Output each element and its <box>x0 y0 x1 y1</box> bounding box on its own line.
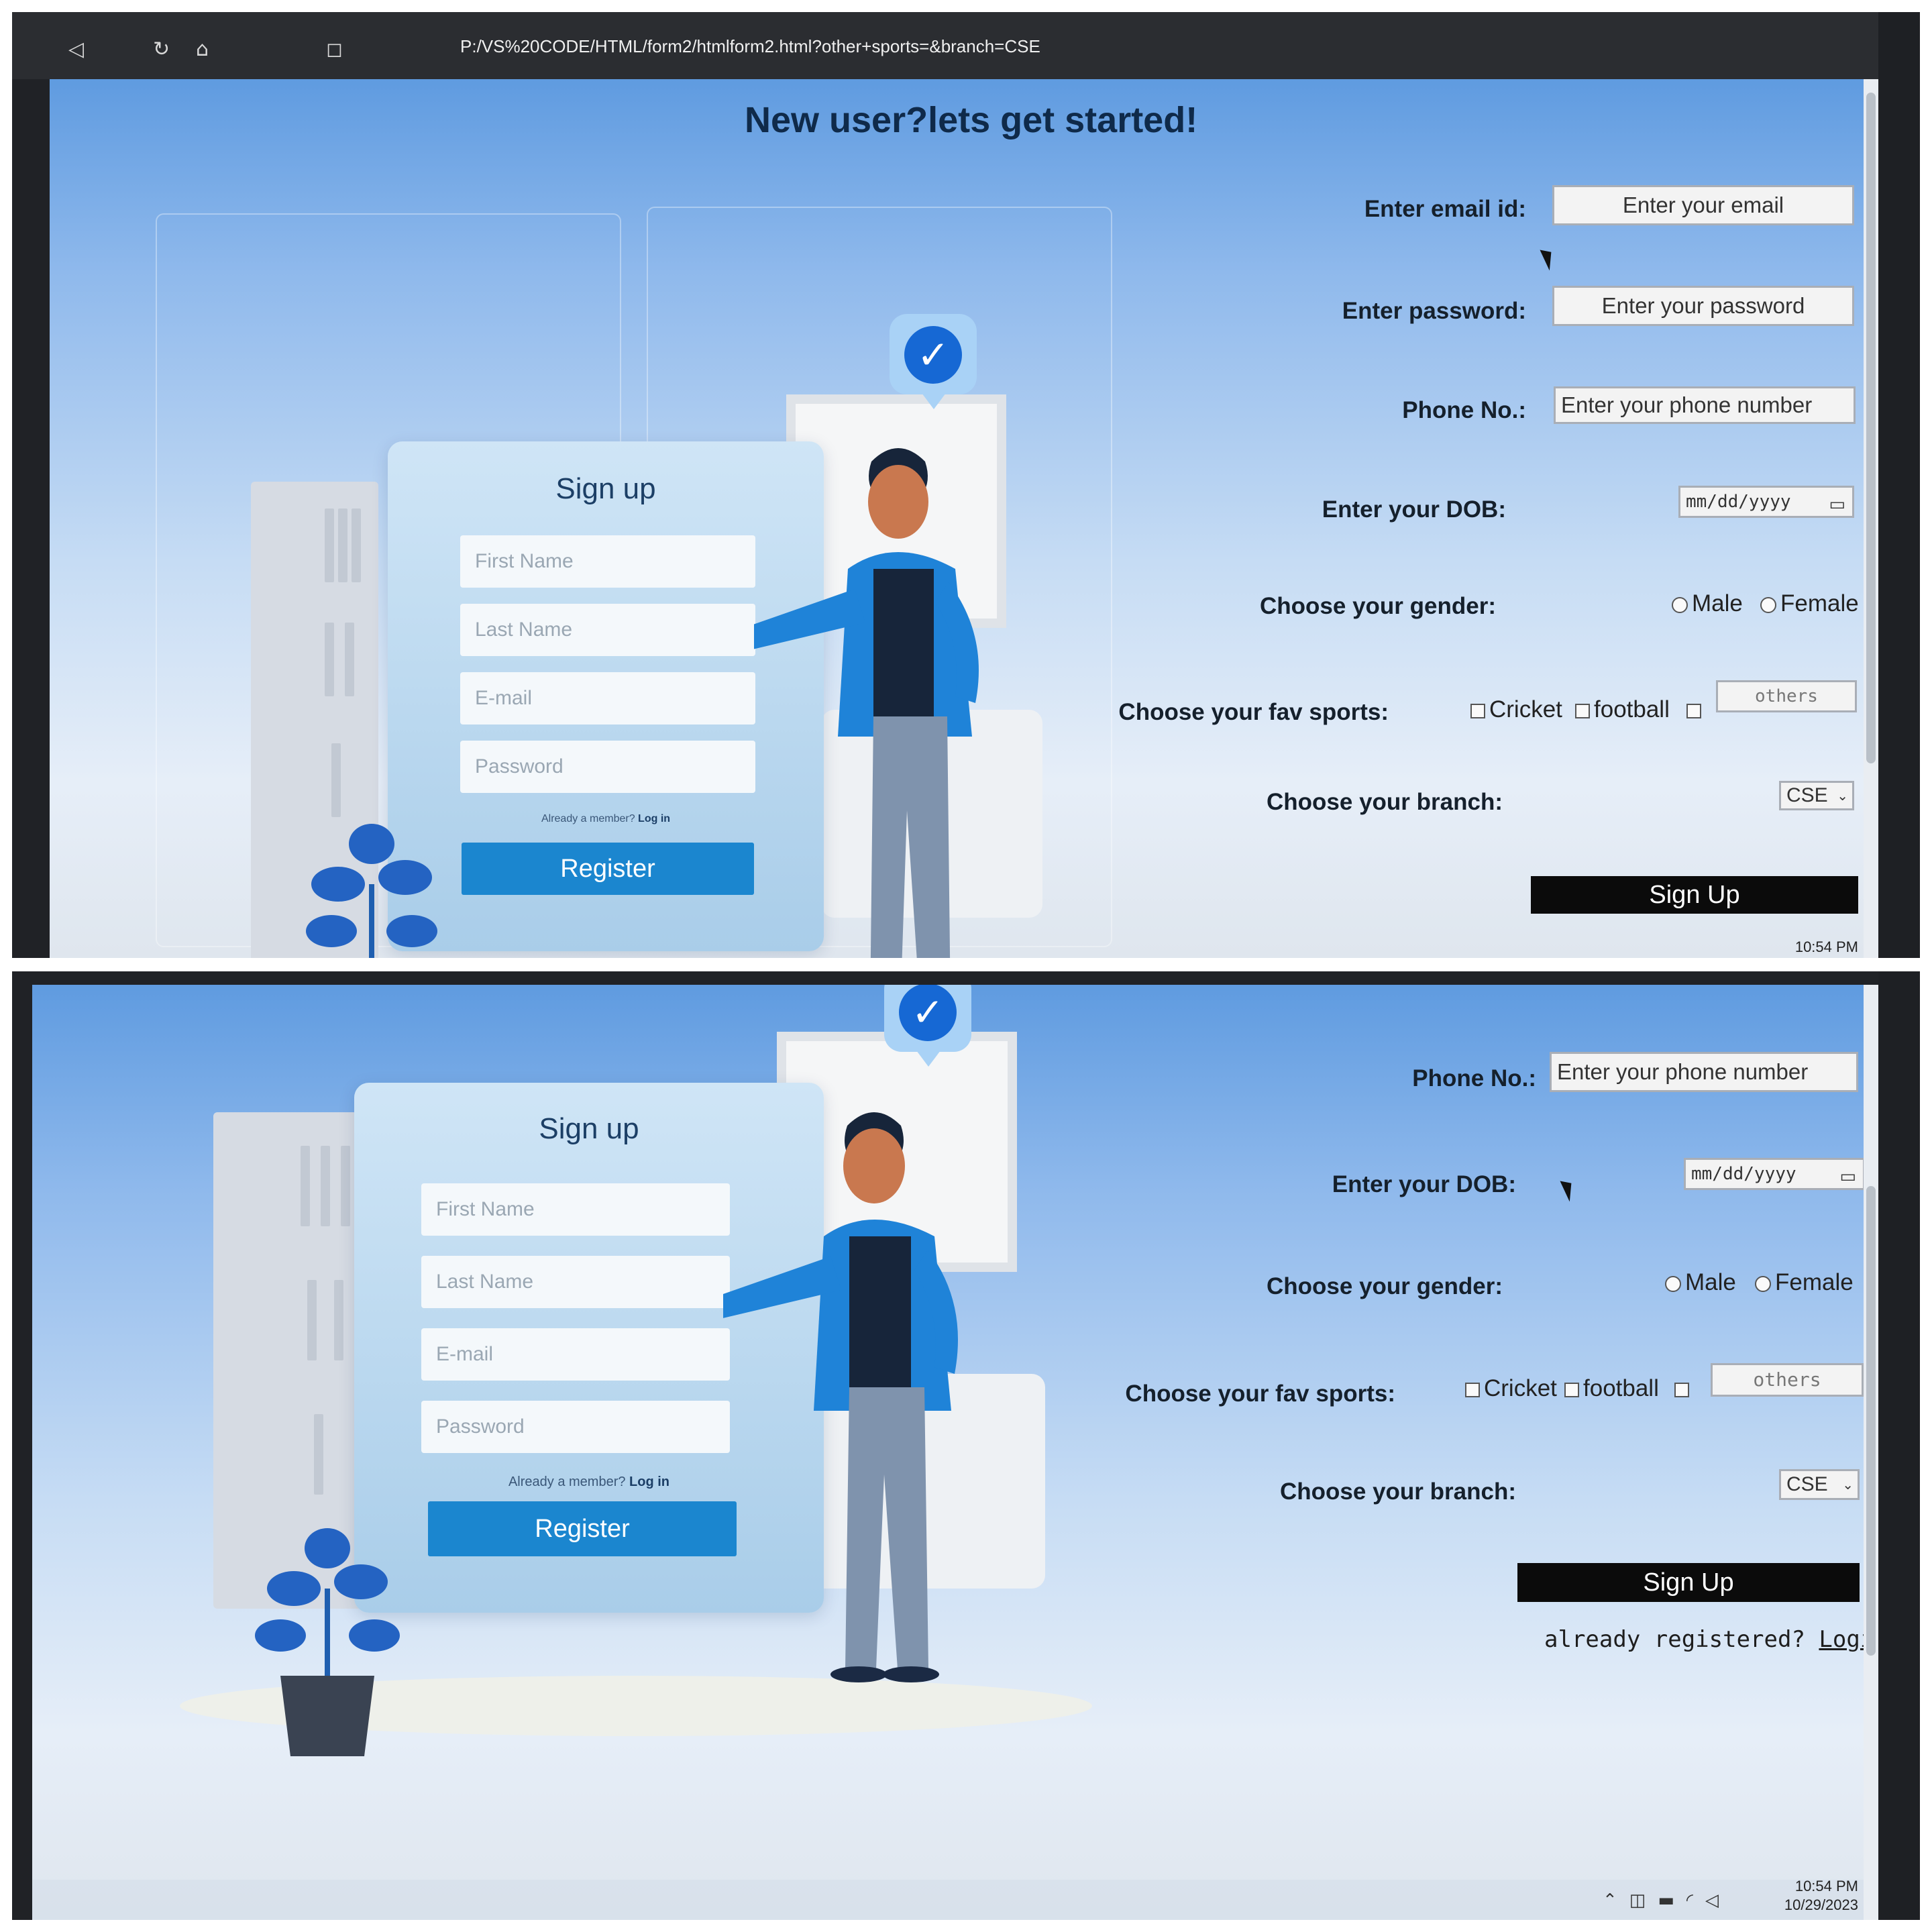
card-register-button: Register <box>428 1501 737 1556</box>
card-field: First Name <box>421 1183 730 1236</box>
person-illustration <box>754 448 979 958</box>
check-badge: ✓ <box>890 314 977 409</box>
email-label: Enter email id: <box>1364 196 1526 222</box>
scrollbar-thumb[interactable] <box>1866 93 1876 763</box>
sport-others[interactable] <box>1674 1375 1693 1402</box>
webpage-scrolled: Sign up First Name Last Name E-mail Pass… <box>32 985 1878 1920</box>
radio-female[interactable] <box>1760 596 1776 613</box>
card-field: Last Name <box>421 1256 730 1308</box>
signup-button[interactable]: Sign Up <box>1531 876 1858 914</box>
address-bar[interactable]: P:/VS%20CODE/HTML/form2/htmlform2.html?o… <box>460 36 1040 57</box>
radio-male[interactable] <box>1672 596 1688 613</box>
sport-football[interactable]: football <box>1575 696 1670 723</box>
password-label: Enter password: <box>1342 298 1526 324</box>
gender-label: Choose your gender: <box>1260 593 1496 619</box>
plant-illustration <box>255 1528 400 1756</box>
check-icon: ✓ <box>904 326 962 384</box>
card-field: E-mail <box>421 1328 730 1381</box>
checkbox-others[interactable] <box>1674 1382 1689 1397</box>
reload-icon[interactable]: ↻ <box>153 38 170 61</box>
chevron-down-icon: ⌄ <box>1837 788 1848 804</box>
dob-label: Enter your DOB: <box>1332 1171 1516 1197</box>
gender-label: Choose your gender: <box>1267 1273 1503 1299</box>
branch-select[interactable]: CSE ⌄ <box>1779 781 1854 810</box>
check-badge: ✓ <box>884 985 971 1067</box>
scrollbar-thumb[interactable] <box>1866 1186 1876 1656</box>
checkbox-football[interactable] <box>1564 1382 1579 1397</box>
bookmark-icon[interactable]: ◻ <box>326 38 343 61</box>
dob-input[interactable]: mm/dd/yyyy ▭ <box>1684 1158 1865 1190</box>
person-illustration <box>723 1112 958 1682</box>
branch-value: CSE <box>1786 784 1828 806</box>
dob-input[interactable]: mm/dd/yyyy ▭ <box>1678 486 1854 518</box>
gender-male[interactable]: Male <box>1672 590 1743 617</box>
dob-label: Enter your DOB: <box>1322 496 1506 523</box>
webpage: New user?lets get started! Sign up First… <box>50 79 1878 958</box>
gender-female[interactable]: Female <box>1755 1269 1854 1296</box>
others-input[interactable]: others <box>1711 1363 1864 1397</box>
scrollbar[interactable] <box>1864 79 1878 958</box>
branch-label: Choose your branch: <box>1280 1479 1516 1505</box>
calendar-icon[interactable]: ▭ <box>1839 1163 1856 1191</box>
tray-icons[interactable]: ⌃◫▬◜◁ <box>1603 1890 1731 1911</box>
phone-input[interactable]: Enter your phone number <box>1554 386 1856 424</box>
card-field: E-mail <box>460 672 755 724</box>
photo-top: ◁ ↻ ⌂ ◻ P:/VS%20CODE/HTML/form2/htmlform… <box>12 12 1920 958</box>
home-icon[interactable]: ⌂ <box>196 38 209 61</box>
chevron-down-icon: ⌄ <box>1842 1477 1854 1493</box>
scrollbar[interactable] <box>1864 985 1878 1920</box>
branch-select[interactable]: CSE ⌄ <box>1779 1469 1860 1500</box>
sport-others[interactable] <box>1686 696 1705 723</box>
gender-female[interactable]: Female <box>1760 590 1859 617</box>
page-title: New user?lets get started! <box>745 100 1198 140</box>
system-clock: 10:54 PM <box>1794 938 1858 955</box>
radio-female[interactable] <box>1755 1275 1771 1292</box>
sports-label: Choose your fav sports: <box>1118 699 1389 725</box>
back-icon[interactable]: ◁ <box>68 38 84 61</box>
branch-value: CSE <box>1786 1473 1828 1495</box>
others-input[interactable]: others <box>1716 680 1857 712</box>
taskbar: ⌃◫▬◜◁ 10:54 PM 10/29/2023 <box>32 1878 1878 1920</box>
monitor-bezel <box>1878 12 1920 958</box>
checkbox-cricket[interactable] <box>1470 703 1485 718</box>
calendar-icon[interactable]: ▭ <box>1829 490 1845 519</box>
check-icon: ✓ <box>899 985 957 1041</box>
phone-input[interactable]: Enter your phone number <box>1550 1052 1858 1092</box>
sport-cricket[interactable]: Cricket <box>1470 696 1562 723</box>
card-register-button: Register <box>462 843 754 895</box>
phone-label: Phone No.: <box>1402 397 1526 423</box>
sport-football[interactable]: football <box>1564 1375 1659 1402</box>
dob-placeholder: mm/dd/yyyy <box>1686 492 1791 512</box>
mouse-pointer-icon <box>1560 1177 1578 1202</box>
checkbox-cricket[interactable] <box>1465 1382 1480 1397</box>
dob-placeholder: mm/dd/yyyy <box>1691 1164 1796 1184</box>
sport-cricket[interactable]: Cricket <box>1465 1375 1557 1402</box>
card-field: First Name <box>460 535 755 588</box>
monitor-bezel <box>1878 971 1920 1920</box>
system-clock: 10:54 PM 10/29/2023 <box>1784 1878 1858 1913</box>
signup-button[interactable]: Sign Up <box>1517 1563 1860 1602</box>
already-registered-text: already registered? Login <box>1544 1626 1878 1653</box>
gender-male[interactable]: Male <box>1665 1269 1736 1296</box>
browser-toolbar: ◁ ↻ ⌂ ◻ P:/VS%20CODE/HTML/form2/htmlform… <box>12 12 1878 79</box>
plant-illustration <box>306 824 437 958</box>
photo-bottom: Sign up First Name Last Name E-mail Pass… <box>12 971 1920 1920</box>
mouse-pointer-icon <box>1540 246 1558 271</box>
email-input[interactable]: Enter your email <box>1552 185 1854 225</box>
radio-male[interactable] <box>1665 1275 1681 1292</box>
sports-label: Choose your fav sports: <box>1125 1381 1395 1407</box>
card-field: Password <box>460 741 755 793</box>
password-input[interactable]: Enter your password <box>1552 286 1854 326</box>
card-field: Password <box>421 1401 730 1453</box>
card-field: Last Name <box>460 604 755 656</box>
checkbox-football[interactable] <box>1575 703 1590 718</box>
branch-label: Choose your branch: <box>1267 789 1503 815</box>
checkbox-others[interactable] <box>1686 703 1701 718</box>
phone-label: Phone No.: <box>1412 1065 1536 1091</box>
